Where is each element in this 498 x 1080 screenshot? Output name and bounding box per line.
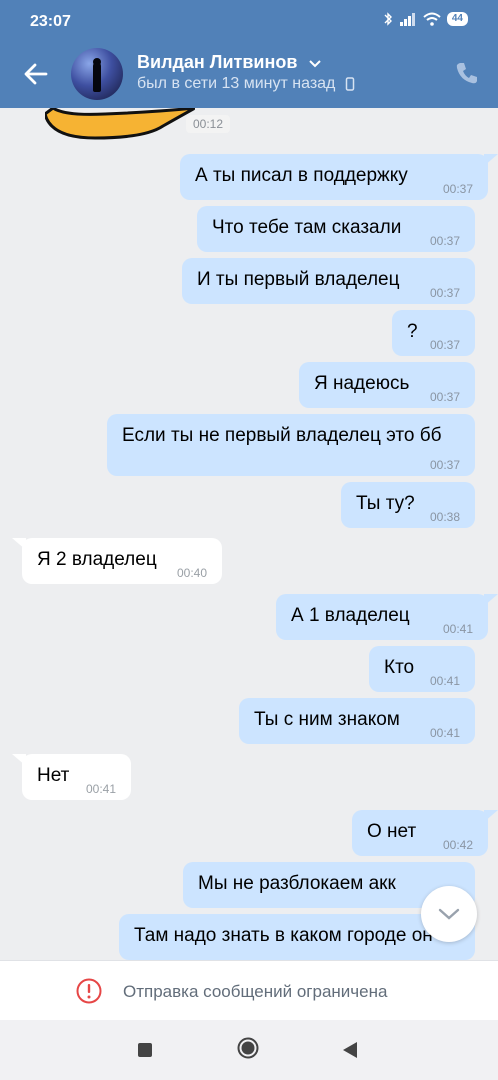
restriction-banner: Отправка сообщений ограничена [0, 960, 498, 1021]
status-icons: 44 [383, 12, 468, 26]
incoming-message[interactable]: Я 2 владелец 00:40 [12, 538, 222, 584]
message-text: Ты ту? [356, 493, 415, 514]
outgoing-message[interactable]: А 1 владелец 00:41 [276, 594, 498, 640]
outgoing-message[interactable]: Ты ту? 00:38 [341, 482, 475, 528]
status-bar: 23:07 44 [0, 0, 498, 44]
message-text: Там надо знать в каком городе он [134, 925, 433, 946]
scroll-down-button[interactable] [421, 886, 477, 942]
outgoing-message[interactable]: И ты первый владелец 00:37 [182, 258, 475, 304]
outgoing-message[interactable]: О нет 00:42 [352, 810, 498, 856]
bubble-tail [484, 594, 498, 606]
bubble-tail [484, 154, 498, 166]
avatar-figure [93, 62, 101, 92]
outgoing-message[interactable]: ? 00:37 [392, 310, 475, 356]
nav-recents-icon[interactable] [138, 1043, 152, 1057]
bubble-tail [12, 538, 26, 550]
message-text: Я надеюсь [314, 373, 410, 394]
message-time: 00:41 [429, 674, 460, 688]
restriction-text: Отправка сообщений ограничена [123, 982, 388, 1001]
message-time: 00:41 [442, 622, 473, 636]
message-text: Нет [37, 765, 70, 786]
chevron-down-scroll-icon [438, 908, 460, 920]
contact-status: был в сети 13 минут назад [137, 75, 355, 93]
message-text: Я 2 владелец [37, 549, 157, 570]
chevron-down-icon[interactable] [308, 58, 322, 68]
message-text: Кто [384, 657, 415, 678]
contact-name-text: Вилдан Литвинов [137, 52, 298, 72]
mobile-icon [345, 77, 355, 91]
message-time: 00:37 [429, 286, 460, 300]
bubble-tail [484, 810, 498, 822]
message-text: ? [407, 321, 418, 342]
phone-icon[interactable] [454, 60, 480, 86]
message-time: 00:41 [85, 782, 116, 796]
message-time: 00:42 [442, 838, 473, 852]
sticker-image[interactable] [45, 108, 195, 144]
message-text: Мы не разблокаем акк [198, 873, 396, 894]
message-text: Если ты не первый владелец это бб [122, 425, 442, 446]
message-time: 00:37 [429, 458, 460, 472]
wifi-icon [423, 12, 441, 26]
nav-back-icon[interactable] [342, 1041, 358, 1059]
outgoing-message[interactable]: А ты писал в поддержку 00:37 [180, 154, 498, 200]
message-time: 00:41 [429, 726, 460, 740]
outgoing-message[interactable]: Кто 00:41 [369, 646, 475, 692]
system-nav-bar [0, 1020, 498, 1080]
chat-area[interactable]: 00:12 А ты писал в поддержку 00:37 Что теб… [0, 108, 498, 960]
message-text: А 1 владелец [291, 605, 410, 626]
message-time: 00:37 [429, 234, 460, 248]
outgoing-message[interactable]: Что тебе там сказали 00:37 [197, 206, 475, 252]
message-text: Что тебе там сказали [212, 217, 402, 238]
back-arrow-icon[interactable] [20, 58, 52, 90]
avatar[interactable] [71, 48, 123, 100]
contact-name[interactable]: Вилдан Литвинов [137, 52, 322, 73]
last-seen-text: был в сети 13 минут назад [137, 75, 336, 92]
bluetooth-icon [384, 12, 392, 26]
status-time: 23:07 [30, 13, 71, 30]
incoming-message[interactable]: Нет 00:41 [12, 754, 131, 800]
warning-icon [76, 978, 102, 1004]
outgoing-message[interactable]: Я надеюсь 00:37 [299, 362, 475, 408]
nav-home-icon[interactable] [237, 1037, 259, 1059]
bubble-tail [12, 754, 26, 766]
message-text: И ты первый владелец [197, 269, 400, 290]
message-time: 00:40 [176, 566, 207, 580]
battery-indicator: 44 [446, 12, 468, 26]
message-text: Ты с ним знаком [254, 709, 400, 730]
message-time: 00:38 [429, 510, 460, 524]
outgoing-message[interactable]: Ты с ним знаком 00:41 [239, 698, 475, 744]
outgoing-message[interactable]: Если ты не первый владелец это бб 00:37 [107, 414, 475, 476]
message-time: 00:37 [429, 338, 460, 352]
message-time: 00:37 [429, 390, 460, 404]
message-text: А ты писал в поддержку [195, 165, 408, 186]
message-time: 00:37 [442, 182, 473, 196]
message-text: О нет [367, 821, 417, 842]
sticker-time: 00:12 [186, 115, 231, 133]
signal-icon [399, 13, 415, 26]
chat-header: Вилдан Литвинов был в сети 13 минут наза… [0, 44, 498, 108]
